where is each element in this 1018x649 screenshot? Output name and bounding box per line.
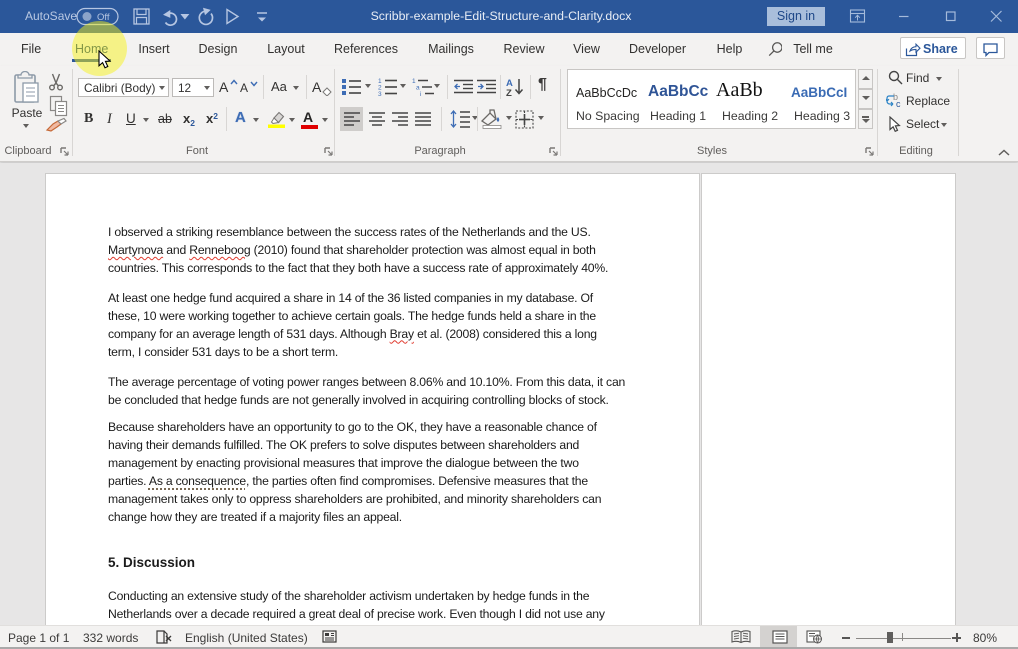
svg-text:3: 3	[378, 91, 382, 96]
svg-text:Z: Z	[506, 88, 512, 97]
svg-text:c: c	[896, 99, 901, 108]
svg-text:i: i	[420, 91, 421, 96]
